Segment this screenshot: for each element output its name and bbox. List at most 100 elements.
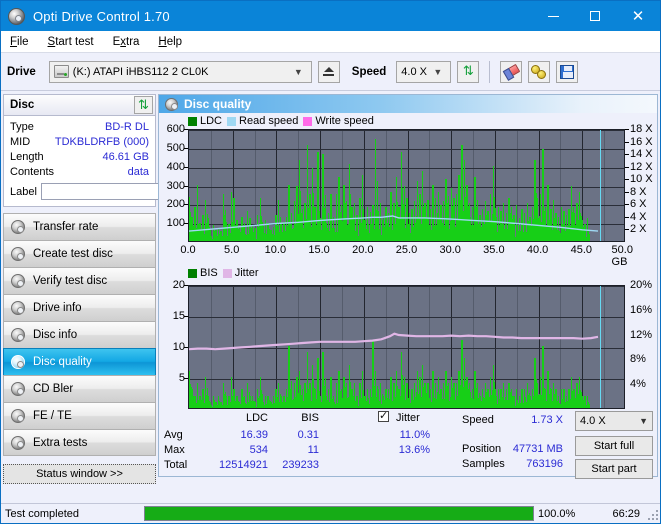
disc-row-mid: MID TDKBLDRFB (000) [10, 134, 149, 149]
disc-refresh-button[interactable]: ⇅ [134, 96, 153, 114]
minimize-button[interactable] [532, 1, 574, 31]
disc-icon [11, 409, 25, 423]
legend-label: Jitter [234, 267, 259, 279]
refresh-icon: ⇅ [462, 64, 474, 79]
chart-area: LDC Read speed Write speed 100 200 300 400 500… [158, 113, 658, 479]
y-tick-mark [184, 347, 188, 348]
app-window: Opti Drive Control 1.70 ✕ File Start tes… [0, 0, 661, 524]
save-floppy-icon [560, 64, 575, 79]
stats-panel: LDC BIS Jitter Avg 16.39 0.31 11.0% Max … [159, 409, 657, 479]
x-axis-tick: 25.0 [395, 244, 418, 256]
disc-icon [11, 328, 25, 342]
menu-extra[interactable]: Extra [113, 36, 140, 48]
ldc-chart-legend: LDC Read speed Write speed [188, 115, 374, 127]
y-axis-tick: 400 [166, 160, 185, 173]
menu-help[interactable]: Help [158, 36, 182, 48]
y2-axis-tick: 16 X [630, 135, 653, 148]
disc-icon [165, 97, 178, 111]
speed-label: Speed [351, 65, 387, 78]
menu-bar: File Start test Extra Help [1, 31, 660, 53]
legend-label: BIS [200, 267, 218, 279]
y2-tick-mark [625, 216, 629, 218]
disc-info-box: Type BD-R DL MID TDKBLDRFB (000) Length … [3, 115, 243, 207]
y-tick-mark [184, 166, 188, 168]
legend-swatch [188, 268, 197, 278]
jitter-checkbox[interactable] [378, 409, 389, 423]
title-bar: Opti Drive Control 1.70 ✕ [1, 1, 660, 31]
bis-plot-area[interactable] [188, 285, 625, 409]
stats-max-ldc: 534 [249, 444, 268, 456]
keys-button[interactable] [528, 60, 551, 83]
sidebar-item-verify-test-disc[interactable]: Verify test disc [3, 267, 156, 294]
speed-stat-value: 1.73 X [531, 414, 563, 426]
sidebar-item-disc-quality[interactable]: Disc quality [3, 348, 156, 375]
y-tick-mark [184, 204, 188, 206]
sidebar-item-disc-info[interactable]: Disc info [3, 321, 156, 348]
maximize-icon [590, 11, 600, 21]
stats-avg-bis: 0.31 [297, 429, 319, 441]
stats-avg-jitter: 11.0% [399, 429, 430, 441]
refresh-button[interactable]: ⇅ [457, 60, 480, 83]
progress-bar [144, 506, 534, 521]
x-axis-tick: 20.0 [352, 244, 374, 256]
disc-icon [11, 435, 25, 450]
x-axis-tick: 40.0 [526, 244, 549, 256]
y2-axis-tick: 4% [630, 378, 646, 391]
save-button[interactable] [556, 60, 579, 83]
y-tick-mark [184, 129, 188, 130]
start-part-button[interactable]: Start part [575, 459, 653, 479]
sidebar-item-transfer-rate[interactable]: Transfer rate [3, 213, 156, 240]
legend-item: Write speed [303, 115, 374, 127]
sidebar-item-drive-info[interactable]: Drive info [3, 294, 156, 321]
disc-icon [11, 220, 25, 234]
legend-item: BIS [188, 267, 218, 279]
disc-key-type: Type [10, 120, 34, 133]
app-disc-icon [8, 7, 25, 25]
menu-start-test[interactable]: Start test [48, 36, 94, 48]
y-axis-tick: 100 [166, 217, 185, 230]
eject-icon [323, 67, 335, 76]
start-full-button[interactable]: Start full [575, 436, 653, 456]
chevron-down-icon: ▼ [639, 416, 648, 426]
speed-select[interactable]: 4.0 X ▼ [396, 60, 452, 83]
ldc-plot-area[interactable] [188, 129, 625, 242]
menu-file[interactable]: File [10, 36, 29, 48]
sidebar-item-cd-bler[interactable]: CD Bler [3, 375, 156, 402]
eject-button[interactable] [317, 60, 340, 83]
y2-axis-tick: 20% [630, 279, 653, 291]
y-tick-mark [184, 285, 188, 286]
speed-select-value: 4.0 X [401, 65, 427, 78]
refresh-icon: ⇅ [138, 97, 149, 113]
x-axis-tick: 5.0 [224, 244, 240, 256]
status-window-button[interactable]: Status window >> [3, 464, 156, 484]
y2-axis-tick: 6 X [630, 198, 647, 211]
y-axis-tick: 500 [166, 141, 185, 154]
resize-grip[interactable] [646, 508, 658, 520]
close-button[interactable]: ✕ [616, 1, 660, 31]
x-axis-tick: 45.0 [570, 244, 593, 256]
y2-tick-mark [625, 154, 629, 156]
sidebar-item-label: Drive info [33, 302, 82, 314]
status-bar: Test completed 100.0% 66:29 [1, 503, 660, 523]
sidebar-item-label: Disc info [33, 329, 78, 341]
sidebar-item-fe-te[interactable]: FE / TE [3, 402, 156, 429]
test-speed-select[interactable]: 4.0 X ▼ [575, 411, 653, 431]
stats-row-avg-label: Avg [164, 429, 183, 441]
stats-col-bis: BIS [301, 412, 319, 424]
disc-panel-header: Disc ⇅ [3, 94, 156, 115]
sidebar-item-create-test-disc[interactable]: Create test disc [3, 240, 156, 267]
disc-row-contents: Contents data [10, 164, 149, 179]
sidebar-item-label: FE / TE [33, 410, 72, 422]
sidebar-item-extra-tests[interactable]: Extra tests [3, 429, 156, 456]
y2-tick-mark [625, 129, 629, 130]
legend-item: Jitter [222, 267, 259, 279]
line-series-layer [189, 215, 599, 232]
erase-button[interactable] [500, 60, 523, 83]
bis-chart-legend: BIS Jitter [188, 267, 259, 279]
drive-toolbar: Drive (K:) ATAPI iHBS112 2 CL0K ▼ Speed … [1, 53, 660, 91]
maximize-button[interactable] [574, 1, 616, 31]
drive-select[interactable]: (K:) ATAPI iHBS112 2 CL0K ▼ [48, 60, 312, 83]
stats-row-max-label: Max [164, 444, 185, 456]
toolbar-divider [489, 60, 491, 83]
legend-label: Write speed [315, 115, 374, 127]
